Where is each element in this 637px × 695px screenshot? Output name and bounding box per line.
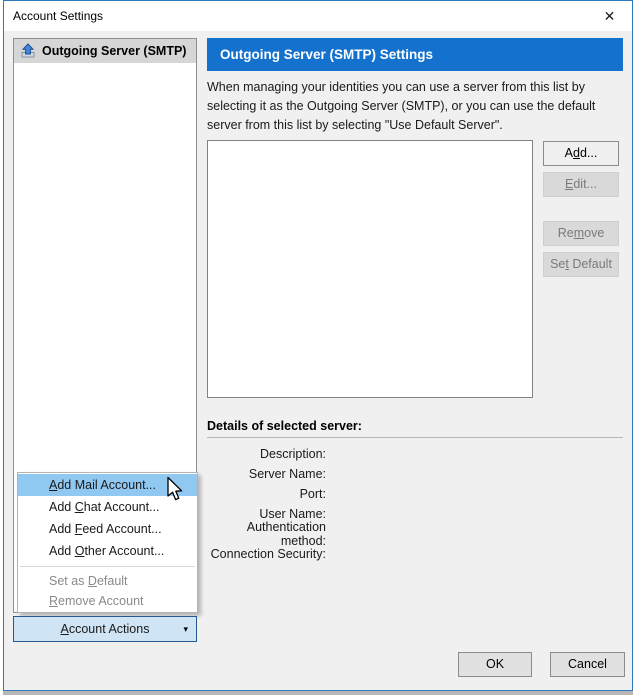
account-actions-menu: Add Mail Account... Add Chat Account... … xyxy=(17,472,198,613)
add-button[interactable]: Add... xyxy=(543,141,619,166)
panel-heading: Outgoing Server (SMTP) Settings xyxy=(207,38,623,71)
account-actions-label: Account Actions xyxy=(60,622,150,636)
smtp-server-icon xyxy=(21,43,35,58)
window-shadow xyxy=(3,691,633,695)
details-separator xyxy=(207,437,623,438)
panel-description: When managing your identities you can us… xyxy=(207,80,596,132)
details-row-connection-security: Connection Security: xyxy=(207,544,623,564)
details-of-selected-server: Description: Server Name: Port: User Nam… xyxy=(207,444,623,564)
menu-item-add-chat-account[interactable]: Add Chat Account... xyxy=(18,496,197,518)
chevron-down-icon: ▾ xyxy=(183,624,188,634)
details-row-port: Port: xyxy=(207,484,623,504)
window-title: Account Settings xyxy=(13,9,104,23)
menu-item-add-feed-account[interactable]: Add Feed Account... xyxy=(18,518,197,540)
edit-button: Edit... xyxy=(543,172,619,197)
sidebar-item-label: Outgoing Server (SMTP) xyxy=(42,44,187,58)
menu-separator xyxy=(20,566,195,567)
set-default-button: Set Default xyxy=(543,252,619,277)
details-row-description: Description: xyxy=(207,444,623,464)
details-label: Connection Security: xyxy=(210,547,326,561)
ok-button[interactable]: OK xyxy=(458,652,532,677)
menu-item-add-other-account[interactable]: Add Other Account... xyxy=(18,540,197,562)
details-row-server-name: Server Name: xyxy=(207,464,623,484)
close-icon[interactable]: ✕ xyxy=(587,1,632,31)
smtp-server-list[interactable] xyxy=(207,140,533,398)
details-heading: Details of selected server: xyxy=(207,419,362,433)
details-label: Port: xyxy=(299,487,326,501)
remove-button: Remove xyxy=(543,221,619,246)
details-row-authentication-method: Authentication method: xyxy=(207,520,623,548)
details-label: User Name: xyxy=(259,507,326,521)
sidebar-item-outgoing-server[interactable]: Outgoing Server (SMTP) xyxy=(14,39,196,63)
account-actions-button[interactable]: Account Actions ▾ xyxy=(13,616,197,642)
titlebar: Account Settings ✕ xyxy=(4,1,632,31)
menu-item-set-as-default: Set as Default xyxy=(49,574,128,588)
details-label: Description: xyxy=(260,447,326,461)
cancel-button[interactable]: Cancel xyxy=(550,652,625,677)
menu-item-remove-account: Remove Account xyxy=(49,594,144,608)
account-settings-dialog: Account Settings ✕ Outgoing Server (SMTP… xyxy=(3,0,633,691)
menu-item-add-mail-account[interactable]: Add Mail Account... xyxy=(18,474,197,496)
details-label: Server Name: xyxy=(248,467,326,481)
details-label: Authentication method: xyxy=(246,520,326,548)
